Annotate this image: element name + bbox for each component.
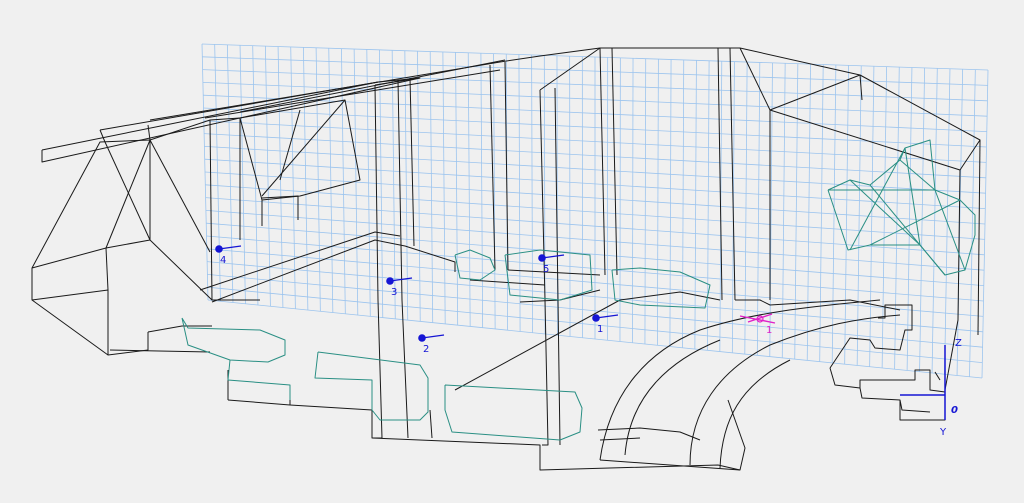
- listener-dot: [592, 314, 600, 322]
- listener-label: 2: [423, 344, 429, 355]
- origin-label: 0: [951, 405, 958, 416]
- listener-dot: [386, 277, 394, 285]
- listener-marker-3[interactable]: 3: [386, 277, 413, 298]
- listener-label: 5: [543, 264, 549, 275]
- z-axis-label: Z: [955, 338, 962, 349]
- listener-marker-2[interactable]: 2: [418, 334, 445, 355]
- listener-label: 3: [391, 287, 397, 298]
- room-model-canvas[interactable]: 1 2 3 4 5 1 Z 0 Y: [0, 0, 1024, 503]
- source-label: 1: [766, 325, 772, 336]
- listener-marker-4[interactable]: 4: [215, 245, 242, 266]
- listener-dot: [215, 245, 223, 253]
- listener-label: 4: [220, 255, 226, 266]
- listener-dot: [538, 254, 546, 262]
- axis-gizmo: Z 0 Y: [900, 338, 962, 438]
- listener-marker-1[interactable]: 1: [592, 314, 619, 335]
- 3d-viewport[interactable]: 1 2 3 4 5 1 Z 0 Y: [0, 0, 1024, 503]
- listener-label: 1: [597, 324, 603, 335]
- listener-dot: [418, 334, 426, 342]
- y-axis-label: Y: [939, 427, 947, 438]
